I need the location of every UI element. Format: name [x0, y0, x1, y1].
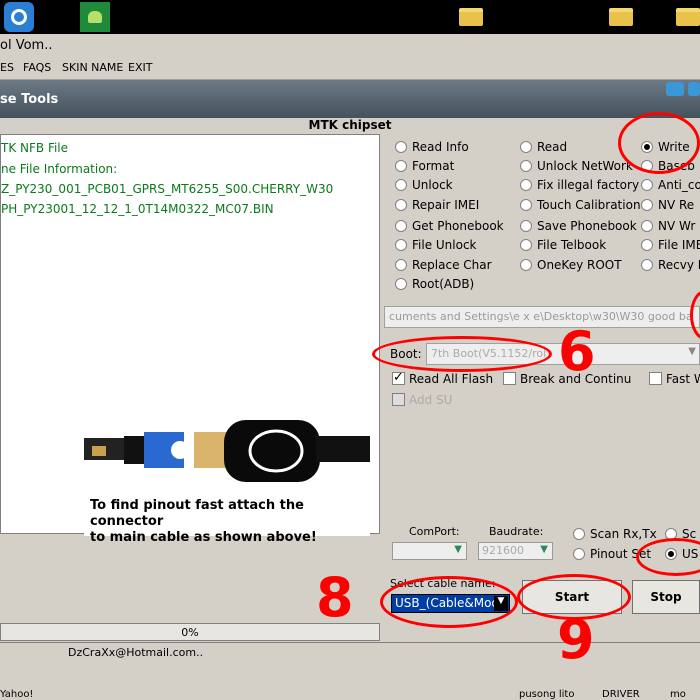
option-nv-read[interactable]: NV Re [641, 198, 694, 212]
menu-bar: ES FAQS SKIN NAME EXIT [0, 56, 700, 80]
option-unlock-network[interactable]: Unlock NetWork [520, 159, 633, 173]
folder-icon[interactable] [676, 8, 700, 26]
taskbar: Yahoo! pusong lito DRIVER mo [0, 664, 700, 700]
stop-button[interactable]: Stop [632, 580, 700, 614]
window-title: ol Vom.. [0, 34, 700, 56]
option-onekey-root[interactable]: OneKey ROOT [520, 258, 622, 272]
radio-icon [573, 528, 585, 540]
checkbox-fast-write[interactable]: Fast W [649, 372, 700, 386]
menu-item-faqs[interactable]: FAQS [23, 61, 51, 74]
connector-image-card: To find pinout fast attach the connector… [84, 406, 370, 545]
radio-icon [395, 220, 407, 232]
menu-item-es[interactable]: ES [0, 61, 14, 74]
option-file-telbook[interactable]: File Telbook [520, 238, 606, 252]
tools-title: se Tools [0, 92, 59, 107]
radio-icon [395, 141, 407, 153]
menu-item-exit[interactable]: EXIT [128, 61, 152, 74]
option-file-imei[interactable]: File IME [641, 238, 700, 252]
option-read[interactable]: Read [520, 140, 567, 154]
menu-item-skin-name[interactable]: SKIN NAME [62, 61, 123, 74]
checkbox-read-all-flash[interactable]: Read All Flash [392, 370, 493, 386]
annotation-circle-write [618, 112, 700, 174]
chevron-down-icon: ▼ [454, 544, 462, 555]
tools-header: se Tools [0, 80, 700, 118]
option-touch-calibration[interactable]: Touch Calibration [520, 198, 641, 212]
android-shortcut-icon[interactable] [80, 2, 110, 32]
annotation-number-9: 9 [557, 608, 595, 671]
chevron-down-icon: ▼ [540, 544, 548, 555]
radio-icon [520, 141, 532, 153]
file-path-field[interactable]: cuments and Settings\e x e\Desktop\w30\W… [384, 306, 700, 328]
checkbox-add-su[interactable]: Add SU [392, 393, 452, 407]
radio-icon [641, 259, 653, 271]
radio-icon [520, 199, 532, 211]
radio-icon [520, 239, 532, 251]
radio-icon [641, 220, 653, 232]
log-line: TK NFB File [1, 141, 69, 155]
option-scan-rx-tx[interactable]: Scan Rx,Tx [573, 527, 657, 541]
radio-icon [395, 199, 407, 211]
option-fix-illegal-factory[interactable]: Fix illegal factory [520, 178, 639, 192]
section-title: MTK chipset [0, 118, 700, 134]
radio-icon [641, 199, 653, 211]
option-format[interactable]: Format [395, 159, 454, 173]
radio-icon [573, 548, 585, 560]
status-bar: DzCraXx@Hotmail.com.. [0, 642, 700, 664]
radio-icon [395, 160, 407, 172]
radio-icon [395, 259, 407, 271]
option-root-adb[interactable]: Root(ADB) [395, 277, 474, 291]
checkbox-icon [649, 372, 662, 385]
option-recovery[interactable]: Recvy F [641, 258, 700, 272]
option-repair-imei[interactable]: Repair IMEI [395, 198, 479, 212]
app-shortcut-icon[interactable] [4, 2, 34, 32]
radio-icon [395, 278, 407, 290]
radio-icon [520, 179, 532, 191]
option-anti-co[interactable]: Anti_co [641, 178, 700, 192]
log-line: ne File Information: [1, 162, 118, 176]
checkbox-disabled-icon [392, 393, 405, 406]
chevron-down-icon: ▼ [688, 346, 696, 357]
checkbox-icon [503, 372, 516, 385]
taskbar-item-driver[interactable]: DRIVER [602, 689, 640, 700]
comport-label: ComPort: [409, 525, 460, 538]
annotation-circle-boot [372, 336, 552, 372]
log-line: Z_PY230_001_PCB01_GPRS_MT6255_S00.CHERRY… [1, 182, 334, 196]
desktop-top-bar [0, 0, 700, 34]
radio-icon [395, 239, 407, 251]
radio-icon [520, 160, 532, 172]
option-replace-char[interactable]: Replace Char [395, 258, 492, 272]
checkbox-checked-icon [392, 370, 405, 385]
status-email: DzCraXx@Hotmail.com.. [68, 646, 204, 659]
annotation-number-8: 8 [316, 566, 354, 629]
radio-icon [641, 179, 653, 191]
taskbar-item-pusong-lito[interactable]: pusong lito [519, 689, 574, 700]
connector-caption: To find pinout fast attach the connector… [90, 498, 317, 545]
taskbar-item-mo[interactable]: mo [670, 689, 686, 700]
annotation-number-6: 6 [558, 320, 596, 383]
annotation-circle-cable [380, 576, 518, 628]
baudrate-label: Baudrate: [489, 525, 544, 538]
taskbar-item-yahoo[interactable]: Yahoo! [0, 689, 33, 700]
baudrate-select[interactable]: 921600 ▼ [478, 542, 553, 560]
radio-icon [395, 179, 407, 191]
folder-icon[interactable] [459, 8, 483, 26]
radio-icon [641, 239, 653, 251]
option-nv-write[interactable]: NV Wr [641, 219, 695, 233]
option-read-info[interactable]: Read Info [395, 140, 469, 154]
folder-icon[interactable] [609, 8, 633, 26]
option-file-unlock[interactable]: File Unlock [395, 238, 477, 252]
minimize-button[interactable] [666, 82, 684, 96]
close-button[interactable] [688, 82, 700, 96]
option-save-phonebook[interactable]: Save Phonebook [520, 219, 637, 233]
option-get-phonebook[interactable]: Get Phonebook [395, 219, 504, 233]
usb-connector-image [84, 406, 370, 496]
log-line: PH_PY23001_12_12_1_0T14M0322_MC07.BIN [1, 202, 274, 216]
option-unlock[interactable]: Unlock [395, 178, 453, 192]
radio-icon [520, 220, 532, 232]
comport-select[interactable]: ▼ [392, 542, 467, 560]
radio-icon [520, 259, 532, 271]
